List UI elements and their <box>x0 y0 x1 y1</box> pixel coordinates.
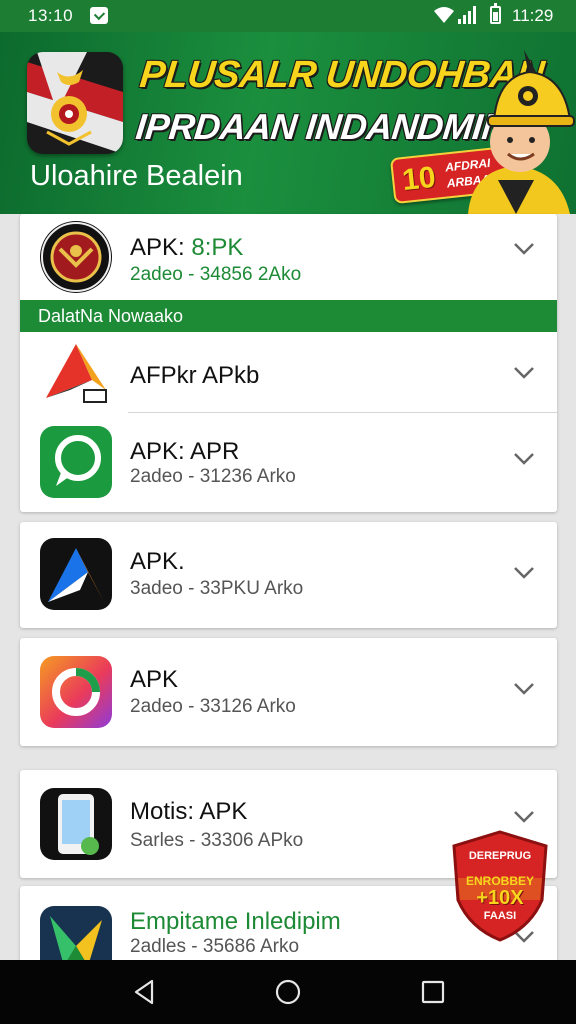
app-card[interactable]: APK 2adeo - 33126 Arko <box>20 638 557 746</box>
app-list-item[interactable]: APK: APR 2adeo - 31236 Arko <box>20 412 557 512</box>
ring-logo-icon <box>40 656 112 728</box>
chevron-down-icon[interactable] <box>510 444 538 472</box>
banner-subtitle: Uloahire Bealein <box>30 160 243 192</box>
promo-banner[interactable]: PLUSALR UNDOHBAN IPRDAAN INDANDMIN Uloah… <box>0 32 576 214</box>
promo-number: 10 <box>400 160 438 198</box>
banner-emblem-icon <box>27 52 123 154</box>
app-name-accent: 8:PK <box>191 234 244 261</box>
back-icon[interactable] <box>130 977 160 1007</box>
app-card-group-1: APK: 8:PK 2adeo - 34856 2Ako DalatNa Now… <box>20 214 557 512</box>
sale-badge-line2: ENROBBEY <box>465 874 534 888</box>
system-nav-bar <box>0 960 576 1024</box>
notification-icon <box>90 7 108 24</box>
chevron-down-icon[interactable] <box>510 358 538 386</box>
phone-icon <box>40 788 112 860</box>
signal-icon <box>458 6 476 24</box>
recents-icon[interactable] <box>418 977 448 1007</box>
app-name: AFPkr APkb <box>130 362 260 389</box>
app-name: APK: <box>130 234 192 261</box>
app-meta: 3adeo - 33PKU Arko <box>130 578 304 599</box>
sale-badge-line1: DEREPRUG <box>468 850 532 862</box>
banner-title-line2: IPRDAAN INDANDMIN <box>133 106 510 147</box>
mascot-illustration <box>468 50 575 214</box>
section-header: DalatNa Nowaako <box>20 300 557 332</box>
app-name: APK: APR <box>130 438 240 465</box>
status-bar: 13:10 11:29 <box>0 0 576 32</box>
app-meta: 2adeo - 34856 2Ako <box>130 264 302 285</box>
app-meta: Sarles - 33306 APko <box>130 830 304 851</box>
sale-badge[interactable]: DEREPRUG ENROBBEY +10X FAASI <box>450 830 550 942</box>
arrow-logo-icon <box>40 538 112 610</box>
app-meta: 2adeo - 33126 Arko <box>130 696 296 717</box>
sale-badge-line3: +10X <box>476 887 524 909</box>
chevron-down-icon[interactable] <box>510 234 538 262</box>
app-meta: 2adeo - 31236 Arko <box>130 466 296 487</box>
app-list-item[interactable]: APK: 8:PK 2adeo - 34856 2Ako <box>20 214 557 300</box>
chevron-down-icon[interactable] <box>510 558 538 586</box>
app-card[interactable]: APK. 3adeo - 33PKU Arko <box>20 522 557 628</box>
app-name: Empitame Inledipim <box>130 908 341 935</box>
home-icon[interactable] <box>273 977 303 1007</box>
app-name: APK <box>130 666 179 693</box>
status-time-left: 13:10 <box>28 6 74 25</box>
paper-plane-icon <box>40 338 112 410</box>
chevron-down-icon[interactable] <box>510 802 538 830</box>
status-time-right: 11:29 <box>512 6 554 25</box>
battery-icon <box>490 3 501 24</box>
emblem-icon <box>40 221 112 293</box>
app-list-item[interactable]: AFPkr APkb <box>20 332 557 413</box>
chevron-down-icon[interactable] <box>510 674 538 702</box>
app-name: Motis: APK <box>130 798 248 825</box>
chat-bubble-icon <box>40 426 112 498</box>
app-meta: 2adles - 35686 Arko <box>130 936 300 957</box>
sale-badge-line4: FAASI <box>483 910 517 922</box>
wifi-icon <box>434 7 454 23</box>
app-name: APK. <box>130 548 185 575</box>
